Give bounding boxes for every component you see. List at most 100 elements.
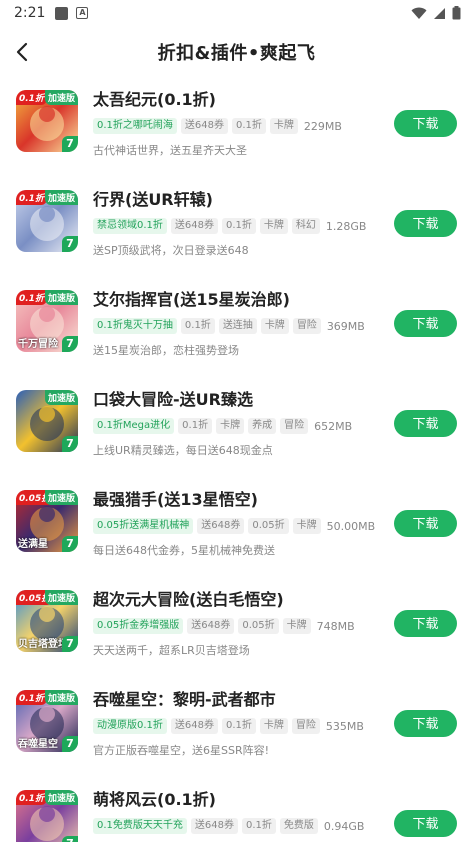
tag: 送648券 [170,718,218,734]
game-info: 艾尔指挥官(送15星炭治郎) 0.1折鬼灭十万抽 0.1折 送连抽 卡牌 冒险 369MB… [93,288,383,358]
download-button[interactable]: 下载 [394,110,457,137]
seven-icon: 7 [62,736,78,752]
tag: 送648券 [180,118,228,134]
game-description: 官方正版吞噬星空，送6星SSR阵容! [93,744,270,757]
file-size: 535MB [325,719,364,733]
download-button[interactable]: 下载 [394,610,457,637]
tag: 0.1折 [180,318,215,334]
game-list-item[interactable]: 0.05折 加速版 送满星 7 最强猎手(送13星悟空) 0.05折送满星机械神… [0,478,473,578]
wifi-icon [411,7,427,19]
game-icon-lieshou[interactable]: 0.05折 加速版 送满星 7 [16,490,78,552]
tag-row: 0.05折金券增强版 送648券 0.05折 卡牌 748MB [93,617,383,635]
tag: 送连抽 [218,318,257,334]
tag: 卡牌 [260,318,289,334]
game-description: 古代神话世界，送五星齐天大圣 [93,144,247,157]
tag: 0.1折 [178,418,213,434]
highlight-tag: 0.1免费版天天千充 [93,818,187,834]
game-description: 送15星炭治郎，恋柱强势登场 [93,344,239,357]
game-list-item[interactable]: 0.1折 加速版 吞噬星空 7 吞噬星空：黎明-武者都市 动漫原版0.1折 送64… [0,678,473,778]
accelerated-badge: 加速版 [44,690,78,705]
game-info: 太吾纪元(0.1折) 0.1折之哪吒闹海 送648券 0.1折 卡牌 229MB 古代神… [93,88,383,158]
tag: 送648券 [170,218,218,234]
tag: 送648券 [187,618,235,634]
tag: 0.1折 [232,118,266,134]
tag-row: 0.05折送满星机械神 送648券 0.05折 卡牌 50.00MB [93,517,383,535]
game-info: 最强猎手(送13星悟空) 0.05折送满星机械神 送648券 0.05折 卡牌 50.0… [93,488,383,558]
game-icon-chaociyuan[interactable]: 0.05折 加速版 贝吉塔登场 7 [16,590,78,652]
game-icon-taiwu[interactable]: 0.1折 加速版 7 [16,90,78,152]
game-list-item[interactable]: 0.1折 加速版 7 萌将风云(0.1折) 0.1免费版天天千充送648券0.1… [0,778,473,842]
tag: 送648券 [197,518,245,534]
status-bar: 2:21 A [0,0,473,26]
download-button[interactable]: 下载 [394,510,457,537]
page-header: 折扣&插件•爽起飞 [0,26,473,78]
icon-caption: 千万冒险 [18,339,58,350]
game-icon-aier[interactable]: 0.1折 加速版 千万冒险 7 [16,290,78,352]
tag: 免费版 [279,818,318,834]
status-time: 2:21 [14,5,46,21]
highlight-tag: 动漫原版0.1折 [93,718,167,734]
game-description: 天天送两千，超系LR贝吉塔登场 [93,644,250,657]
game-list-item[interactable]: 加速版 7 口袋大冒险-送UR臻选 0.1折Mega进化 0.1折 卡牌 养成 冒险 65… [0,378,473,478]
back-arrow-icon[interactable] [10,39,36,65]
accelerated-badge: 加速版 [44,790,78,805]
tag-row: 动漫原版0.1折 送648券 0.1折 卡牌 冒险 535MB [93,717,383,735]
file-size: 1.28GB [325,219,367,233]
file-size: 748MB [316,619,355,633]
download-button[interactable]: 下载 [394,410,457,437]
tag: 0.1折 [222,718,256,734]
game-description: 上线UR精灵臻选，每日送648现金点 [93,444,273,457]
accelerated-badge: 加速版 [44,590,78,605]
tag: 养成 [248,418,277,434]
tag: 0.1折 [242,818,276,834]
highlight-tag: 0.05折金券增强版 [93,618,184,634]
tag: 0.05折 [238,618,279,634]
game-info: 行界(送UR轩辕) 禁忌领域0.1折 送648券 0.1折 卡牌 科幻 1.28GB 送S… [93,188,383,258]
game-list-item[interactable]: 0.1折 加速版 千万冒险 7 艾尔指挥官(送15星炭治郎) 0.1折鬼灭十万抽… [0,278,473,378]
download-button[interactable]: 下载 [394,810,457,837]
tag: 0.1折 [222,218,256,234]
highlight-tag: 禁忌领域0.1折 [93,218,167,234]
app-notification-icon: A [76,7,89,19]
file-size: 50.00MB [326,519,376,533]
tag: 卡牌 [216,418,245,434]
icon-caption: 贝吉塔登场 [18,639,68,650]
accelerated-badge: 加速版 [44,390,78,405]
highlight-tag: 0.1折鬼灭十万抽 [93,318,177,334]
game-icon-mengjiang[interactable]: 0.1折 加速版 7 [16,790,78,842]
game-list-item[interactable]: 0.1折 加速版 7 太吾纪元(0.1折) 0.1折之哪吒闹海 送648券 0.1折… [0,78,473,178]
tag: 冒险 [280,418,309,434]
game-description: 每日送648代金券，5星机械神免费送 [93,544,275,557]
game-icon-xingjie[interactable]: 0.1折 加速版 7 [16,190,78,252]
accelerated-badge: 加速版 [44,90,78,105]
game-list-item[interactable]: 0.05折 加速版 贝吉塔登场 7 超次元大冒险(送白毛悟空) 0.05折金券增… [0,578,473,678]
game-description: 送SP顶级武将，次日登录送648 [93,244,249,257]
game-name: 太吾纪元(0.1折) [93,90,216,109]
file-size: 0.94GB [323,819,365,833]
game-info: 吞噬星空：黎明-武者都市 动漫原版0.1折 送648券 0.1折 卡牌 冒险 535MB … [93,688,383,758]
tag: 卡牌 [269,118,298,134]
game-icon-tunshi[interactable]: 0.1折 加速版 吞噬星空 7 [16,690,78,752]
download-button[interactable]: 下载 [394,210,457,237]
signal-icon [434,7,445,19]
game-info: 超次元大冒险(送白毛悟空) 0.05折金券增强版 送648券 0.05折 卡牌 748M… [93,588,383,658]
tag: 卡牌 [259,218,288,234]
game-list-item[interactable]: 0.1折 加速版 7 行界(送UR轩辕) 禁忌领域0.1折 送648券 0.1折 卡牌… [0,178,473,278]
seven-icon: 7 [62,536,78,552]
accelerated-badge: 加速版 [44,290,78,305]
game-icon-koudai[interactable]: 加速版 7 [16,390,78,452]
game-info: 口袋大冒险-送UR臻选 0.1折Mega进化 0.1折 卡牌 养成 冒险 652MB 上线… [93,388,383,458]
tag-row: 0.1折鬼灭十万抽 0.1折 送连抽 卡牌 冒险 369MB [93,317,383,335]
game-name: 艾尔指挥官(送15星炭治郎) [93,290,290,309]
download-button[interactable]: 下载 [394,710,457,737]
battery-icon [452,6,461,20]
discount-badge: 0.1折 [16,690,47,705]
seven-icon: 7 [62,436,78,452]
tag: 冒险 [292,318,321,334]
page-title: 折扣&插件•爽起飞 [157,43,316,64]
tag: 0.05折 [248,518,289,534]
notification-icon [55,6,69,20]
download-button[interactable]: 下载 [394,310,457,337]
highlight-tag: 0.1折之哪吒闹海 [93,118,177,134]
tag-row: 0.1折Mega进化 0.1折 卡牌 养成 冒险 652MB [93,417,383,435]
